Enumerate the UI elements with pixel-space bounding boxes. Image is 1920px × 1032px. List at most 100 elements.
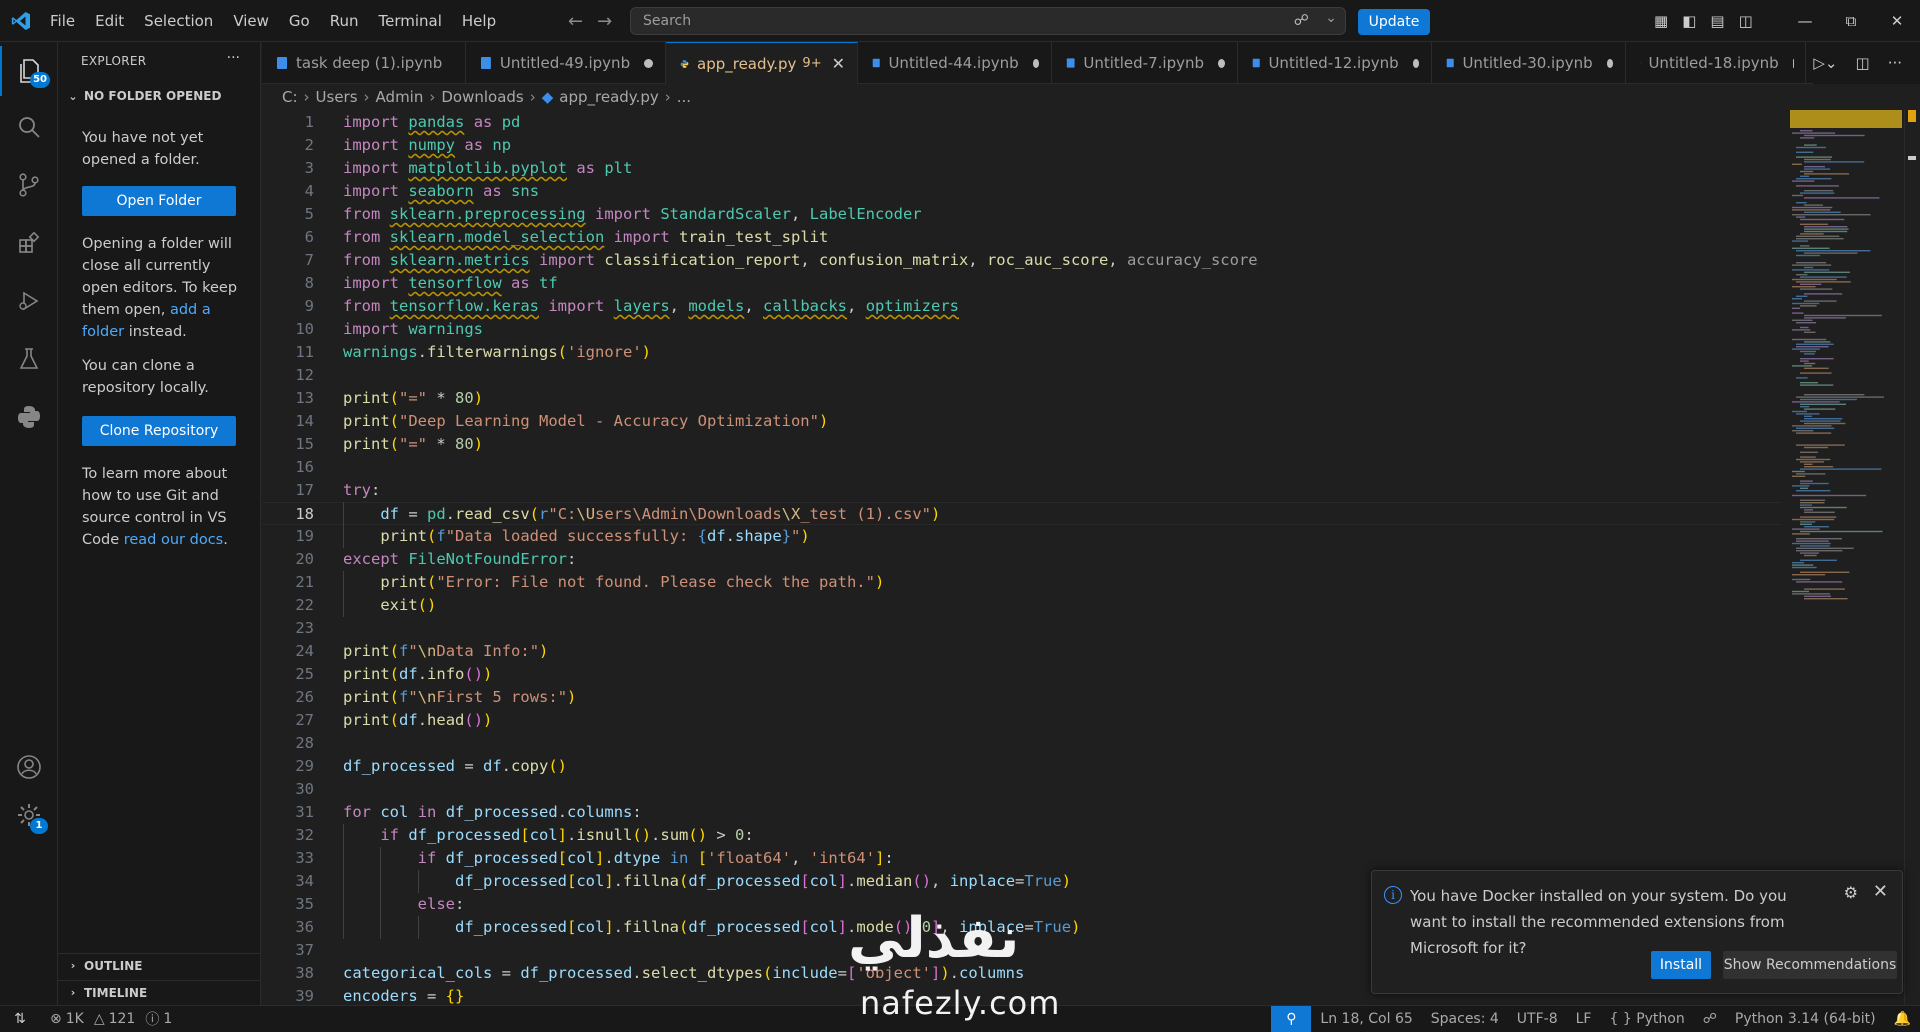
section-outline[interactable]: › OUTLINE [58,953,261,977]
notification-settings-gear-icon[interactable]: ⚙ [1844,883,1858,902]
tab-untitled-18[interactable]: Untitled-18.ipynb [1626,42,1806,84]
split-editor-icon[interactable]: ◫ [1856,54,1870,72]
code-line[interactable]: 10 import warnings [262,318,1782,341]
copilot-status-icon[interactable]: ☍ [1694,1011,1726,1027]
code-line[interactable]: 17 try: [262,479,1782,502]
restore-icon[interactable]: ⧉ [1828,12,1874,30]
show-recommendations-button[interactable]: Show Recommendations [1723,951,1897,979]
clone-repository-button[interactable]: Clone Repository [82,416,236,446]
back-arrow-icon[interactable]: ← [568,11,583,32]
editor-scrollbar[interactable] [1904,110,1918,1005]
tab-untitled-30[interactable]: Untitled-30.ipynb [1432,42,1626,84]
breadcrumb-symbols[interactable]: ... [677,88,691,106]
section-timeline[interactable]: › TIMELINE [58,980,261,1004]
source-control-icon[interactable] [0,160,58,210]
zoom-icon[interactable]: ⚲ [1271,1006,1312,1032]
toggle-panel-icon[interactable]: ▤ [1710,12,1724,30]
read-docs-link[interactable]: read our docs [124,532,224,548]
install-button[interactable]: Install [1651,951,1711,979]
toggle-sidebar-icon[interactable]: ◧ [1682,12,1696,30]
python-icon[interactable] [0,392,58,442]
code-line[interactable]: 1 import pandas as pd [262,111,1782,134]
code-line[interactable]: 30 [262,778,1782,801]
customize-layout-icon[interactable]: ▦ [1654,12,1668,30]
problems-indicator[interactable]: ⊗ 1K △ 121 ⓘ 1 [50,1006,172,1032]
code-line[interactable]: 24 print(f"\nData Info:") [262,640,1782,663]
testing-icon[interactable] [0,334,58,384]
code-line[interactable]: 15 print("=" * 80) [262,433,1782,456]
close-tab-icon[interactable]: ✕ [832,54,845,73]
code-line[interactable]: 19 print(f"Data loaded successfully: {df… [262,525,1782,548]
code-line[interactable]: 2 import numpy as np [262,134,1782,157]
menu-help[interactable]: Help [452,0,506,42]
python-interpreter[interactable]: Python 3.14 (64-bit) [1726,1011,1885,1027]
code-line[interactable]: 14 print("Deep Learning Model - Accuracy … [262,410,1782,433]
code-line[interactable]: 21 print("Error: File not found. Please … [262,571,1782,594]
breadcrumb-downloads[interactable]: Downloads [441,88,523,106]
code-line[interactable]: 16 [262,456,1782,479]
code-line[interactable]: 22 exit() [262,594,1782,617]
menu-file[interactable]: File [40,0,85,42]
code-line[interactable]: 5 from sklearn.preprocessing import Stand… [262,203,1782,226]
code-line[interactable]: 28 [262,732,1782,755]
breadcrumb-drive[interactable]: C: [282,88,298,106]
tab-untitled-49[interactable]: Untitled-49.ipynb [466,42,666,84]
code-line[interactable]: 33 if df_processed[col].dtype in ['float… [262,847,1782,870]
tab-task-deep[interactable]: task deep (1).ipynb [262,42,466,84]
code-line[interactable]: 18 df = pd.read_csv(r"C:\Users\Admin\Dow… [262,502,1782,525]
code-line[interactable]: 27 print(df.head()) [262,709,1782,732]
code-line[interactable]: 4 import seaborn as sns [262,180,1782,203]
code-line[interactable]: 23 [262,617,1782,640]
breadcrumb-file[interactable]: app_ready.py [559,88,658,106]
tab-untitled-12[interactable]: Untitled-12.ipynb [1238,42,1432,84]
menu-run[interactable]: Run [320,0,369,42]
close-notification-icon[interactable]: ✕ [1873,881,1888,902]
language-mode[interactable]: { } Python [1600,1011,1693,1027]
close-window-icon[interactable]: ✕ [1874,12,1920,30]
menu-go[interactable]: Go [279,0,320,42]
manage-gear-icon[interactable]: 1 [0,790,58,840]
notifications-bell-icon[interactable]: 🔔 [1885,1011,1920,1027]
menu-terminal[interactable]: Terminal [369,0,452,42]
breadcrumb-admin[interactable]: Admin [376,88,424,106]
code-line[interactable]: 29 df_processed = df.copy() [262,755,1782,778]
toggle-secondary-sidebar-icon[interactable]: ◫ [1739,12,1753,30]
end-of-line[interactable]: LF [1567,1011,1601,1027]
search-icon[interactable] [0,102,58,152]
run-file-icon[interactable]: ▷⌄ [1813,54,1837,72]
remote-indicator-icon[interactable]: ⇅ [0,1006,40,1032]
extensions-icon[interactable] [0,218,58,268]
code-line[interactable]: 12 [262,364,1782,387]
code-line[interactable]: 6 from sklearn.model_selection import tra… [262,226,1782,249]
code-line[interactable]: 32 if df_processed[col].isnull().sum() >… [262,824,1782,847]
more-actions-icon[interactable]: ··· [1888,54,1902,72]
forward-arrow-icon[interactable]: → [597,11,612,32]
cursor-position[interactable]: Ln 18, Col 65 [1311,1011,1421,1027]
breadcrumb-users[interactable]: Users [316,88,358,106]
run-debug-icon[interactable] [0,276,58,326]
code-line[interactable]: 20 except FileNotFoundError: [262,548,1782,571]
code-line[interactable]: 26 print(f"\nFirst 5 rows:") [262,686,1782,709]
account-icon[interactable] [0,742,58,792]
command-center-search[interactable]: Search ☍ ⌄ [630,7,1346,35]
menu-edit[interactable]: Edit [85,0,134,42]
code-line[interactable]: 8 import tensorflow as tf [262,272,1782,295]
encoding[interactable]: UTF-8 [1508,1011,1567,1027]
code-line[interactable]: 9 from tensorflow.keras import layers, mo… [262,295,1782,318]
open-folder-button[interactable]: Open Folder [82,186,236,216]
minimize-icon[interactable]: — [1782,12,1828,30]
code-line[interactable]: 3 import matplotlib.pyplot as plt [262,157,1782,180]
tab-untitled-44[interactable]: Untitled-44.ipynb [858,42,1052,84]
code-line[interactable]: 25 print(df.info()) [262,663,1782,686]
more-actions-icon[interactable]: ··· [227,50,240,66]
code-line[interactable]: 7 from sklearn.metrics import classificat… [262,249,1782,272]
chevron-down-icon[interactable]: ⌄ [1325,10,1337,26]
explorer-icon[interactable]: 50 [0,46,58,96]
code-line[interactable]: 13 print("=" * 80) [262,387,1782,410]
code-line[interactable]: 11 warnings.filterwarnings('ignore') [262,341,1782,364]
copilot-icon[interactable]: ☍ [1294,11,1309,29]
tab-app-ready[interactable]: app_ready.py 9+ ✕ [666,42,858,84]
tab-untitled-7[interactable]: Untitled-7.ipynb [1052,42,1238,84]
update-button[interactable]: Update [1358,9,1430,35]
menu-selection[interactable]: Selection [134,0,223,42]
